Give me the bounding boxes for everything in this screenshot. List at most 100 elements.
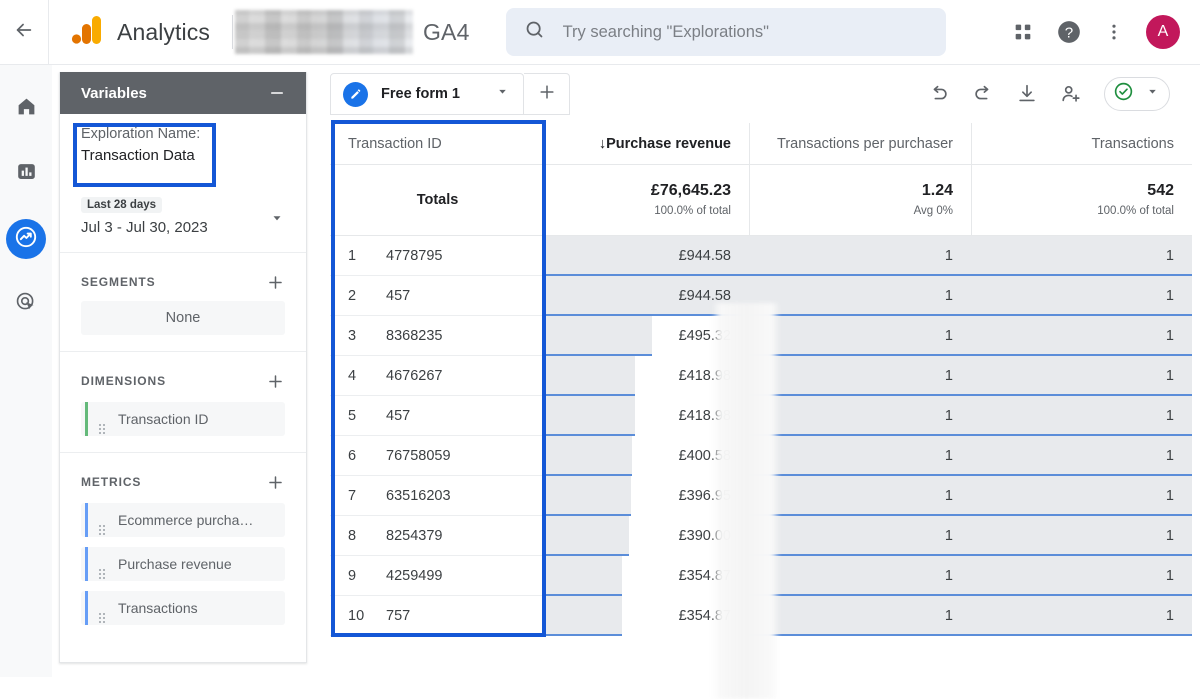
redo-icon[interactable] xyxy=(972,83,994,105)
download-icon[interactable] xyxy=(1016,83,1038,105)
metric-chip[interactable]: Purchase revenue xyxy=(81,547,285,581)
cell-purchase-revenue: £495.32 xyxy=(545,316,749,356)
column-divider xyxy=(971,123,972,164)
purchase-revenue-value: £418.98 xyxy=(678,368,731,384)
metrics-list: Ecommerce purcha… Purchase revenue Trans… xyxy=(60,499,306,625)
brand-name: Analytics xyxy=(117,18,210,45)
segments-header: SEGMENTS xyxy=(60,265,306,299)
transaction-id-value: 8254379 xyxy=(386,527,443,544)
cell-purchase-revenue: £354.87 xyxy=(545,596,749,636)
cell-purchase-revenue: £390.00 xyxy=(545,516,749,556)
table-row[interactable]: 2 457 £944.58 1 1 xyxy=(330,276,1200,316)
cell-transactions: 1 xyxy=(971,596,1192,636)
table-row[interactable]: 8 8254379 £390.00 1 1 xyxy=(330,516,1200,556)
metrics-header: METRICS xyxy=(60,465,306,499)
back-button[interactable] xyxy=(0,0,48,65)
transaction-id-value: 757 xyxy=(386,607,411,624)
tab-bar: Free form 1 xyxy=(316,65,1200,123)
table-row[interactable]: 5 457 £418.98 1 1 xyxy=(330,396,1200,436)
cell-transactions: 1 xyxy=(971,316,1192,356)
column-header-transaction-id[interactable]: Transaction ID xyxy=(330,123,545,165)
purchase-revenue-value: £495.32 xyxy=(678,328,731,344)
column-divider xyxy=(545,165,546,235)
add-segment-button[interactable] xyxy=(266,273,285,292)
cell-transactions: 1 xyxy=(971,556,1192,596)
avatar[interactable]: A xyxy=(1146,15,1180,49)
metric-chip[interactable]: Ecommerce purcha… xyxy=(81,503,285,537)
nav-item-reports[interactable] xyxy=(6,154,46,194)
brand-area[interactable]: Analytics xyxy=(49,15,210,50)
cell-transactions: 1 xyxy=(971,516,1192,556)
drag-handle-icon[interactable] xyxy=(98,514,108,527)
chevron-down-icon[interactable] xyxy=(496,85,509,103)
table-row[interactable]: 6 76758059 £400.58 1 1 xyxy=(330,436,1200,476)
undo-icon[interactable] xyxy=(928,83,950,105)
table-totals-row: Totals £76,645.23 100.0% of total 1.24 A… xyxy=(330,165,1200,236)
tab-free-form-1[interactable]: Free form 1 xyxy=(330,73,524,115)
cell-transaction-id: 8 8254379 xyxy=(330,516,545,556)
add-dimension-button[interactable] xyxy=(266,372,285,391)
revenue-bar-fill xyxy=(545,596,622,634)
revenue-bar-fill xyxy=(545,476,631,514)
table-row[interactable]: 3 8368235 £495.32 1 1 xyxy=(330,316,1200,356)
table-row[interactable]: 4 4676267 £418.98 1 1 xyxy=(330,356,1200,396)
transactions-bar-fill xyxy=(971,556,1192,594)
drag-handle-icon[interactable] xyxy=(98,413,108,426)
revenue-bar-fill xyxy=(545,556,622,594)
transactions-value: 1 xyxy=(1165,328,1174,344)
metric-label: Ecommerce purcha… xyxy=(118,512,254,528)
column-header-purchase-revenue[interactable]: ↓ Purchase revenue xyxy=(545,123,749,165)
plus-icon xyxy=(537,82,557,107)
help-icon[interactable]: ? xyxy=(1056,19,1082,45)
table-row[interactable]: 7 63516203 £396.95 1 1 xyxy=(330,476,1200,516)
cell-transaction-id: 1 4778795 xyxy=(330,236,545,276)
dimensions-header: DIMENSIONS xyxy=(60,364,306,398)
date-range-selector[interactable]: Last 28 days Jul 3 - Jul 30, 2023 xyxy=(60,181,306,253)
edit-pencil-icon xyxy=(343,81,368,107)
nav-item-home[interactable] xyxy=(6,89,46,129)
transactions-bar-fill xyxy=(971,276,1192,314)
revenue-bar-fill xyxy=(545,396,636,434)
column-header-transactions[interactable]: Transactions xyxy=(971,123,1192,165)
metric-chip[interactable]: Transactions xyxy=(81,591,285,625)
cell-transactions-per-purchaser: 1 xyxy=(749,556,971,596)
person-add-icon[interactable] xyxy=(1060,83,1082,105)
nav-item-advertising[interactable] xyxy=(6,284,46,324)
minus-icon[interactable] xyxy=(268,84,286,102)
search-input[interactable] xyxy=(562,22,928,42)
exploration-name-field[interactable]: Exploration Name: Transaction Data xyxy=(60,114,306,181)
segments-title: SEGMENTS xyxy=(81,275,156,289)
nav-item-explore[interactable] xyxy=(6,219,46,259)
segment-none[interactable]: None xyxy=(81,301,285,335)
tpp-bar-fill xyxy=(749,596,971,634)
chevron-down-icon[interactable] xyxy=(270,211,284,230)
drag-handle-icon[interactable] xyxy=(98,558,108,571)
table-row[interactable]: 10 757 £354.87 1 1 xyxy=(330,596,1200,636)
column-header-transactions-per-purchaser[interactable]: Transactions per purchaser xyxy=(749,123,971,165)
dimensions-title: DIMENSIONS xyxy=(81,374,167,388)
transactions-per-purchaser-value: 1 xyxy=(944,568,953,584)
row-rank: 6 xyxy=(348,447,357,464)
tpp-bar-fill xyxy=(749,276,971,314)
add-tab-button[interactable] xyxy=(524,73,570,115)
drag-handle-icon[interactable] xyxy=(98,602,108,615)
totals-value: 1.24 xyxy=(921,182,953,199)
search-icon xyxy=(524,19,545,45)
cell-transactions-per-purchaser: 1 xyxy=(749,276,971,316)
search-bar[interactable] xyxy=(505,8,946,56)
more-vert-icon[interactable] xyxy=(1104,22,1124,42)
add-metric-button[interactable] xyxy=(266,473,285,492)
tpp-bar-fill xyxy=(749,316,971,354)
table-row[interactable]: 1 4778795 £944.58 1 1 xyxy=(330,236,1200,276)
revenue-bar-line xyxy=(545,634,622,636)
table-row[interactable]: 9 4259499 £354.87 1 1 xyxy=(330,556,1200,596)
apps-grid-icon[interactable] xyxy=(1012,21,1034,43)
cell-purchase-revenue: £396.95 xyxy=(545,476,749,516)
transactions-per-purchaser-value: 1 xyxy=(944,608,953,624)
cell-purchase-revenue: £944.58 xyxy=(545,236,749,276)
sharing-status-button[interactable] xyxy=(1104,77,1170,111)
transactions-bar-fill xyxy=(971,316,1192,354)
totals-transactions-per-purchaser: 1.24 Avg 0% xyxy=(749,165,971,236)
dimension-chip[interactable]: Transaction ID xyxy=(81,402,285,436)
transactions-bar-fill xyxy=(971,236,1192,274)
